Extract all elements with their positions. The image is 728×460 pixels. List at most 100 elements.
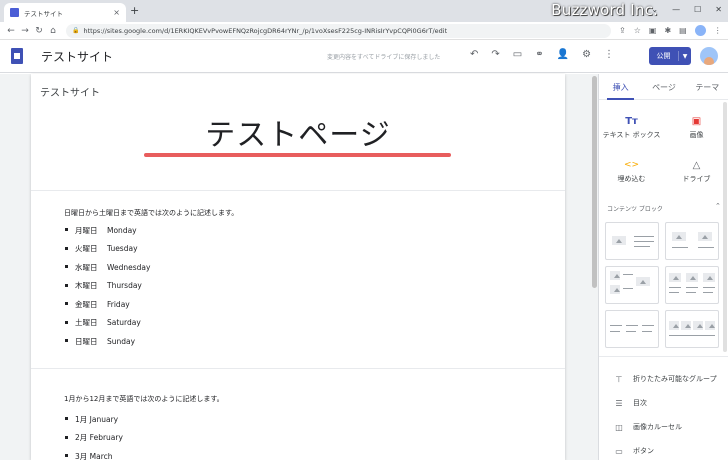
button-item[interactable]: ▭ ボタン [599,439,728,460]
browser-tab[interactable]: テストサイト × [4,3,126,22]
heading-underline [144,153,451,157]
toc-label: 目次 [633,399,647,407]
insert-panel: 挿入 ページ テーマ Tт テキスト ボックス ▣ 画像 <> 埋め込む △ ド… [598,74,728,460]
extension-icon[interactable]: ▣ [649,26,657,35]
list-item[interactable]: 土曜日 Saturday [64,314,150,333]
section-divider [31,190,565,191]
image-icon: ▣ [691,116,702,127]
new-tab-button[interactable]: + [130,4,139,17]
brand-watermark: Buzzword Inc. [551,1,658,19]
page-heading[interactable]: テストページ [31,110,565,154]
insert-drive[interactable]: △ ドライブ [664,160,728,184]
list-item[interactable]: 水曜日 Wednesday [64,258,150,277]
section2-intro[interactable]: 1月から12月まで英語では次のように記述します。 [64,394,224,404]
tab-pages[interactable]: ページ [642,74,685,99]
redo-icon[interactable]: ↷ [491,49,499,60]
content-block[interactable] [665,222,719,260]
user-avatar[interactable] [700,47,718,65]
section1-intro[interactable]: 日曜日から土曜日まで英語では次のように記述します。 [64,208,238,218]
link-icon[interactable]: ⚭ [535,49,543,60]
save-status: 変更内容をすべてドライブに保存しました [327,54,441,61]
more-icon[interactable]: ⋮ [604,49,614,60]
list-item[interactable]: 1月 January [64,410,123,429]
carousel-label: 画像カルーセル [633,423,682,431]
side-panel-icon[interactable]: ▤ [679,26,687,35]
browser-tab-strip: テストサイト × + Buzzword Inc. ⌄ — ☐ ✕ [0,0,728,22]
insert-embed-label: 埋め込む [617,175,646,183]
profile-avatar[interactable] [694,25,706,36]
back-icon[interactable]: ← [4,26,18,36]
content-block[interactable] [605,266,659,304]
puzzle-icon[interactable]: ✱ [664,26,671,35]
button-label: ボタン [633,447,654,455]
button-icon: ▭ [615,446,623,456]
sites-logo-icon[interactable] [11,48,23,64]
list-item[interactable]: 日曜日 Sunday [64,332,150,351]
publish-dropdown-icon[interactable]: ▼ [679,53,691,60]
table-of-contents-item[interactable]: ☰ 目次 [599,391,728,415]
content-block[interactable] [605,222,659,260]
list-item[interactable]: 3月 March [64,447,123,460]
carousel-icon: ◫ [615,422,623,432]
settings-icon[interactable]: ⚙ [582,49,591,60]
address-bar[interactable]: 🔒 https://sites.google.com/d/1ERKIQKEVvP… [66,23,611,38]
publish-button[interactable]: 公開 ▼ [649,47,691,65]
tab-close-icon[interactable]: × [113,8,120,17]
publish-label: 公開 [649,51,679,61]
chevron-down-icon[interactable]: ⌄ [651,5,658,14]
chevron-up-icon[interactable]: ⌃ [715,202,721,210]
panel-scrollbar[interactable] [723,102,727,352]
panel-divider [599,356,728,357]
address-bar-row: ← → ↻ ⌂ 🔒 https://sites.google.com/d/1ER… [0,22,728,40]
content-block[interactable] [665,266,719,304]
menu-icon[interactable]: ⋮ [714,26,722,35]
home-icon[interactable]: ⌂ [46,26,60,36]
site-title[interactable]: テストサイト [41,48,113,65]
reload-icon[interactable]: ↻ [32,26,46,36]
insert-text-box[interactable]: Tт テキスト ボックス [599,116,664,140]
months-list[interactable]: 1月 January 2月 February 3月 March [64,410,123,460]
site-page: テストサイト テストページ 日曜日から土曜日まで英語では次のように記述します。 … [31,74,565,460]
close-window-icon[interactable]: ✕ [715,5,722,14]
drive-icon: △ [692,160,701,171]
image-carousel-item[interactable]: ◫ 画像カルーセル [599,415,728,439]
editor-canvas: テストサイト テストページ 日曜日から土曜日まで英語では次のように記述します。 … [0,74,598,460]
panel-tabs: 挿入 ページ テーマ [599,74,728,100]
browser-tab-title: テストサイト [24,9,63,18]
content-block[interactable] [605,310,659,348]
window-controls: ⌄ — ☐ ✕ [651,5,722,14]
content-block[interactable] [665,310,719,348]
canvas-scroll-thumb[interactable] [592,76,597,288]
maximize-icon[interactable]: ☐ [694,5,701,14]
extension-icons: ⇪ ☆ ▣ ✱ ▤ ⋮ [619,25,722,36]
share-icon[interactable]: ⇪ [619,26,626,35]
list-item[interactable]: 月曜日 Monday [64,221,150,240]
insert-image-label: 画像 [689,131,704,139]
star-icon[interactable]: ☆ [634,26,641,35]
embed-icon: <> [623,160,640,170]
list-item[interactable]: 金曜日 Friday [64,295,150,314]
list-item[interactable]: 2月 February [64,429,123,448]
minimize-icon[interactable]: — [672,5,680,14]
list-item[interactable]: 木曜日 Thursday [64,277,150,296]
insert-image[interactable]: ▣ 画像 [664,116,728,140]
days-list[interactable]: 月曜日 Monday 火曜日 Tuesday 水曜日 Wednesday 木曜日 Thu… [64,221,150,351]
layout-items: ⊤ 折りたたみ可能なグループ ☰ 目次 ◫ 画像カルーセル ▭ ボタン [599,367,728,460]
editor-toolbar: ↶ ↷ ▭ ⚭ 👤 ⚙ ⋮ [470,49,614,60]
text-box-icon: Tт [625,116,638,127]
add-person-icon[interactable]: 👤 [557,49,569,60]
preview-icon[interactable]: ▭ [513,49,522,60]
list-item[interactable]: 火曜日 Tuesday [64,240,150,259]
lock-icon: 🔒 [72,27,80,34]
sites-app-bar: テストサイト 変更内容をすべてドライブに保存しました ↶ ↷ ▭ ⚭ 👤 ⚙ ⋮… [0,40,728,73]
forward-icon[interactable]: → [18,26,32,36]
tab-themes[interactable]: テーマ [686,74,728,99]
content-blocks-header: コンテンツ ブロック [607,206,663,213]
collapsible-group-item[interactable]: ⊤ 折りたたみ可能なグループ [599,367,728,391]
undo-icon[interactable]: ↶ [470,49,478,60]
tab-insert[interactable]: 挿入 [599,74,642,100]
collapsible-group-label: 折りたたみ可能なグループ [633,375,717,383]
section-divider [31,368,565,369]
page-site-name[interactable]: テストサイト [40,84,100,99]
insert-embed[interactable]: <> 埋め込む [599,160,664,184]
